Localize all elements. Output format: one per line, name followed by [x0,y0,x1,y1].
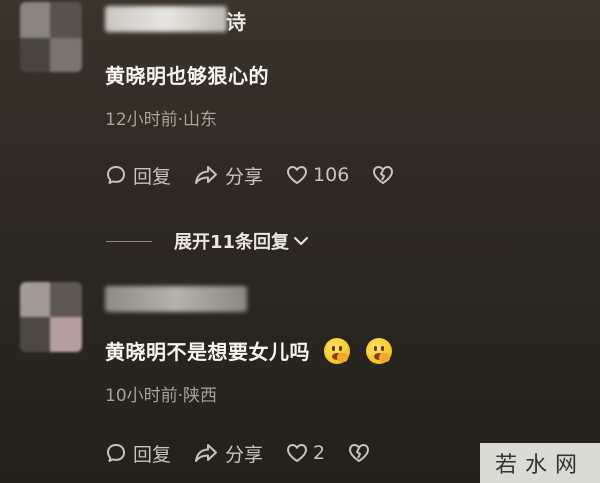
comment-bubble-icon [107,444,125,462]
thinking-emoji-icon [366,337,392,364]
heart-icon [287,444,308,462]
broken-heart-icon [373,166,394,184]
share-button[interactable]: 分享 [193,162,263,189]
dislike-button[interactable] [347,442,371,464]
username-blurred[interactable] [105,6,227,32]
username-blurred[interactable] [105,286,247,312]
comment-bubble-icon [107,166,125,184]
like-button[interactable]: 106 [285,164,349,186]
comment-text: 黄晓明也够狠心的 [105,60,269,89]
watermark-logo: 若水网 [480,443,600,483]
watermark-text: 若水网 [494,453,585,478]
divider-line [106,240,152,242]
dislike-button[interactable] [371,164,395,186]
comment-content: 黄晓明也够狠心的 [105,64,269,88]
share-arrow-icon [195,166,218,184]
comment-item: 诗 黄晓明也够狠心的 12小时前·山东 回复 分享 106 [0,0,600,200]
comment-meta: 12小时前·山东 [105,110,218,130]
like-button[interactable]: 2 [285,442,325,464]
comment-text: 黄晓明不是想要女儿吗 [105,336,392,365]
expand-replies-label: 展开11条回复 [174,232,290,253]
broken-heart-icon [349,444,370,462]
comment-content: 黄晓明不是想要女儿吗 [105,340,310,364]
username[interactable]: 诗 [226,6,246,35]
like-count: 2 [313,442,326,464]
comment-actions: 回复 分享 2 [105,438,393,468]
avatar[interactable] [20,282,82,352]
share-arrow-icon [195,444,218,462]
expand-replies-button[interactable]: 展开11条回复 [106,228,311,254]
reply-label: 回复 [133,443,172,466]
avatar[interactable] [20,2,82,72]
share-label: 分享 [225,443,264,466]
comment-meta: 10小时前·陕西 [105,386,218,406]
comment-actions: 回复 分享 106 [105,160,417,190]
reply-label: 回复 [133,165,172,188]
reply-button[interactable]: 回复 [105,440,171,467]
reply-button[interactable]: 回复 [105,162,171,189]
heart-icon [287,166,308,184]
share-button[interactable]: 分享 [193,440,263,467]
share-label: 分享 [225,165,264,188]
chevron-down-icon [294,237,309,245]
thinking-emoji-icon [324,337,350,364]
like-count: 106 [313,164,350,186]
